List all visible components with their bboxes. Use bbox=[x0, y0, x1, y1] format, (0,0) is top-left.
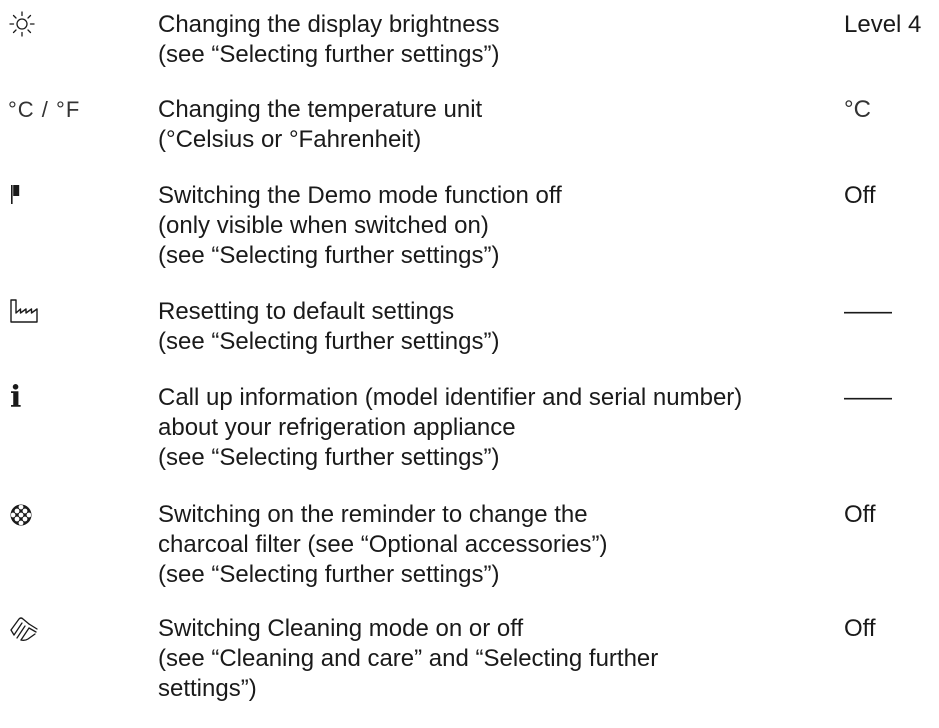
setting-description: Switching on the reminder to change the … bbox=[158, 500, 818, 590]
description-line: Switching on the reminder to change the bbox=[158, 501, 588, 528]
description-line: settings”) bbox=[158, 675, 257, 702]
charcoal-filter-icon bbox=[8, 500, 128, 530]
default-value: Off bbox=[844, 615, 876, 642]
description-line: (see “Selecting further settings”) bbox=[158, 328, 500, 355]
description-line: Switching Cleaning mode on or off bbox=[158, 615, 524, 642]
factory-reset-icon bbox=[8, 297, 128, 327]
description-line: (see “Selecting further settings”) bbox=[158, 561, 500, 588]
default-value: °C bbox=[844, 96, 871, 123]
description-line: Changing the temperature unit bbox=[158, 96, 483, 123]
demo-mode-icon bbox=[8, 181, 128, 211]
description-line: (see “Selecting further settings”) bbox=[158, 41, 500, 68]
description-line: Switching the Demo mode function off bbox=[158, 182, 562, 209]
description-line: about your refrigeration appliance bbox=[158, 414, 516, 441]
description-line: (only visible when switched on) bbox=[158, 212, 489, 239]
setting-description: Changing the temperature unit (°Celsius … bbox=[158, 95, 818, 155]
setting-description: Switching Cleaning mode on or off (see “… bbox=[158, 614, 818, 704]
setting-description: Resetting to default settings (see “Sele… bbox=[158, 297, 818, 357]
description-line: Changing the display brightness bbox=[158, 11, 500, 38]
description-line: charcoal filter (see “Optional accessori… bbox=[158, 531, 608, 558]
cleaning-mode-icon bbox=[8, 614, 128, 644]
temperature-unit-symbol: °C / °F bbox=[8, 97, 81, 122]
description-line: (see “Selecting further settings”) bbox=[158, 444, 500, 471]
setting-description: Call up information (model identifier an… bbox=[158, 383, 818, 473]
info-icon: i bbox=[8, 383, 128, 413]
default-value: Off bbox=[844, 501, 876, 528]
default-value: Level 4 bbox=[844, 11, 922, 38]
default-value: Off bbox=[844, 182, 876, 209]
setting-description: Switching the Demo mode function off (on… bbox=[158, 181, 818, 271]
info-symbol: i bbox=[10, 380, 22, 415]
default-value: —— bbox=[844, 384, 892, 411]
setting-description: Changing the display brightness (see “Se… bbox=[158, 10, 818, 70]
description-line: (see “Cleaning and care” and “Selecting … bbox=[158, 645, 659, 672]
default-value: —— bbox=[844, 298, 892, 325]
temperature-unit-icon: °C / °F bbox=[8, 95, 128, 125]
description-line: (see “Selecting further settings”) bbox=[158, 242, 500, 269]
description-line: Resetting to default settings bbox=[158, 298, 455, 325]
brightness-icon bbox=[8, 10, 128, 40]
description-line: Call up information (model identifier an… bbox=[158, 384, 743, 411]
description-line: (°Celsius or °Fahrenheit) bbox=[158, 126, 422, 153]
